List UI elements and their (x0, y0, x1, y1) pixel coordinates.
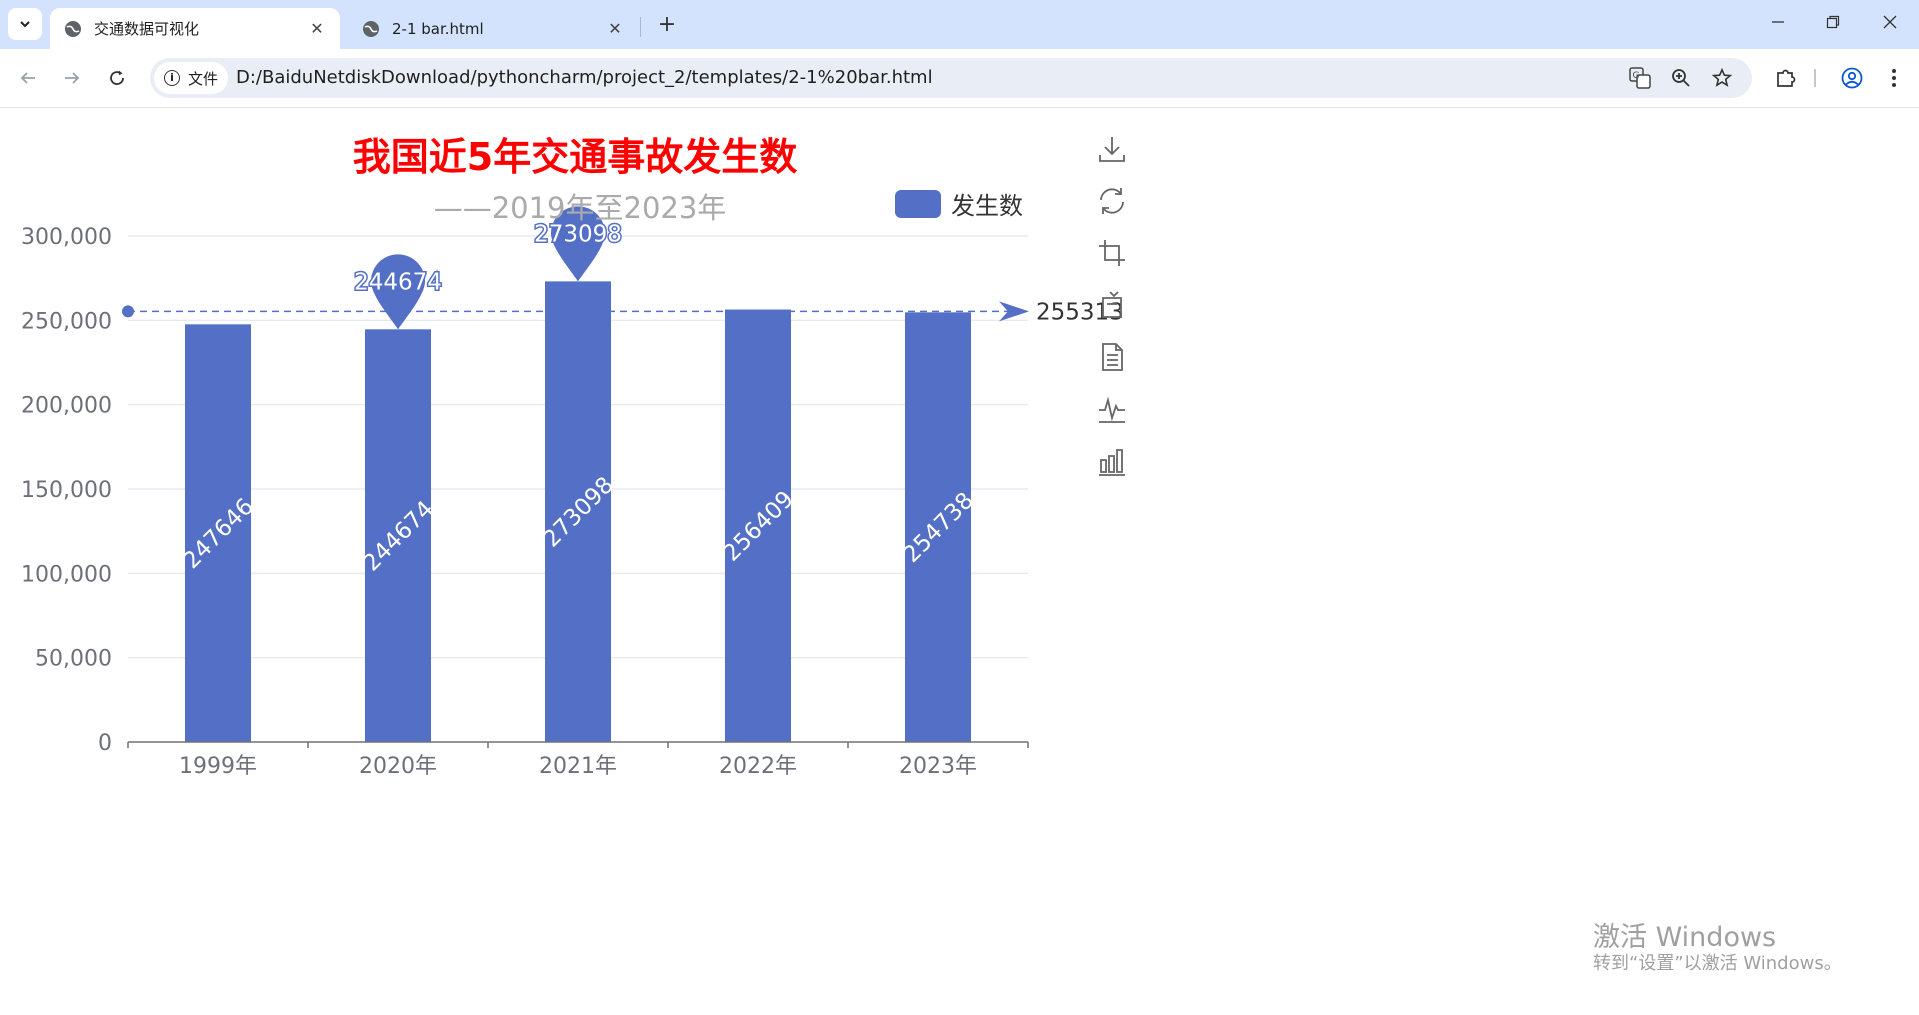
save-image-button[interactable] (1092, 134, 1132, 186)
tab-inactive[interactable]: 2-1 bar.html ✕ (348, 8, 638, 49)
average-line-arrow (999, 301, 1029, 322)
download-icon (1099, 137, 1125, 162)
x-tick-label: 2020年 (359, 754, 437, 779)
info-icon: i (164, 70, 180, 86)
tab-separator (640, 17, 641, 37)
average-line-start-dot (122, 305, 134, 318)
chart-toolbox (1092, 134, 1132, 498)
minimize-button[interactable] (1758, 10, 1798, 38)
restore-button[interactable] (1813, 10, 1853, 38)
data-zoom-reset-button[interactable] (1092, 290, 1132, 342)
close-icon (1883, 15, 1897, 29)
site-info-chip[interactable]: i 文件 (154, 62, 229, 94)
line-chart-button[interactable] (1092, 394, 1132, 446)
tab-strip: 交通数据可视化 ✕ 2-1 bar.html ✕ + (0, 0, 1919, 49)
toolbar-divider (1814, 69, 1816, 87)
x-tick-label: 2022年 (719, 754, 797, 779)
tab-active[interactable]: 交通数据可视化 ✕ (50, 8, 340, 49)
extensions-button[interactable] (1770, 62, 1802, 94)
data-zoom-button[interactable] (1092, 238, 1132, 290)
minimize-icon (1772, 21, 1784, 23)
profile-button[interactable] (1836, 62, 1868, 94)
y-tick-label: 250,000 (21, 309, 112, 334)
data-view-button[interactable] (1092, 342, 1132, 394)
new-tab-button[interactable]: + (652, 12, 682, 38)
close-tab-icon[interactable]: ✕ (302, 19, 332, 38)
line-chart-icon (1099, 396, 1125, 423)
y-tick-label: 200,000 (21, 394, 112, 419)
tab-title: 2-1 bar.html (392, 19, 484, 38)
chart-subtitle: ——2019年至2023年 (433, 191, 727, 225)
puzzle-icon (1777, 69, 1796, 87)
refresh-icon (1100, 188, 1124, 214)
y-tick-label: 300,000 (21, 225, 112, 250)
reload-icon (110, 70, 124, 85)
chart-title: 我国近5年交通事故发生数 (352, 135, 798, 179)
tab-search-button[interactable] (8, 8, 42, 40)
y-tick-label: 50,000 (35, 647, 112, 672)
legend-item[interactable]: 发生数 (895, 186, 1023, 221)
activation-watermark-subtitle: 转到“设置”以激活 Windows。 (1593, 953, 1842, 974)
url-text[interactable]: D:/BaiduNetdiskDownload/pythoncharm/proj… (236, 58, 933, 98)
reload-button[interactable] (101, 62, 133, 94)
min-mark-label: 244674 (354, 269, 442, 295)
tab-title: 交通数据可视化 (94, 20, 200, 38)
browser-toolbar: i 文件 D:/BaiduNetdiskDownload/pythoncharm… (0, 49, 1919, 108)
profile-icon (1841, 67, 1863, 89)
x-tick-label: 2023年 (899, 754, 977, 779)
crop-icon (1099, 240, 1125, 266)
document-icon (1102, 343, 1123, 371)
restore-icon (1826, 15, 1840, 29)
bar-chart-icon (1099, 449, 1125, 476)
close-window-button[interactable] (1870, 10, 1910, 38)
close-tab-icon[interactable]: ✕ (600, 19, 630, 38)
menu-button[interactable] (1878, 62, 1910, 94)
zoom-button[interactable] (1668, 65, 1694, 91)
y-tick-label: 150,000 (21, 478, 112, 503)
arrow-left-icon (20, 72, 35, 84)
bookmark-button[interactable] (1709, 65, 1735, 91)
zoom-in-icon (1672, 69, 1690, 87)
translate-button[interactable]: G (1627, 65, 1653, 91)
y-tick-label: 0 (98, 731, 112, 756)
site-info-label: 文件 (188, 69, 219, 88)
address-bar[interactable]: i 文件 D:/BaiduNetdiskDownload/pythoncharm… (150, 58, 1752, 98)
x-tick-label: 2021年 (539, 754, 617, 779)
globe-icon (65, 20, 81, 37)
star-icon (1712, 68, 1732, 87)
chevron-down-icon (20, 21, 30, 28)
data-view-icon (1102, 291, 1122, 318)
x-tick-label: 1999年 (179, 754, 257, 779)
arrow-right-icon (65, 72, 80, 84)
y-tick-label: 100,000 (21, 562, 112, 587)
back-button[interactable] (12, 62, 44, 94)
svg-text:G: G (1633, 71, 1640, 81)
more-vertical-icon (1892, 69, 1896, 87)
forward-button[interactable] (56, 62, 88, 94)
globe-icon (363, 20, 379, 37)
bar-chart-button[interactable] (1092, 446, 1132, 498)
legend-label: 发生数 (951, 192, 1023, 220)
restore-button[interactable] (1092, 186, 1132, 238)
legend-swatch (895, 189, 941, 218)
translate-icon: G (1629, 67, 1651, 89)
